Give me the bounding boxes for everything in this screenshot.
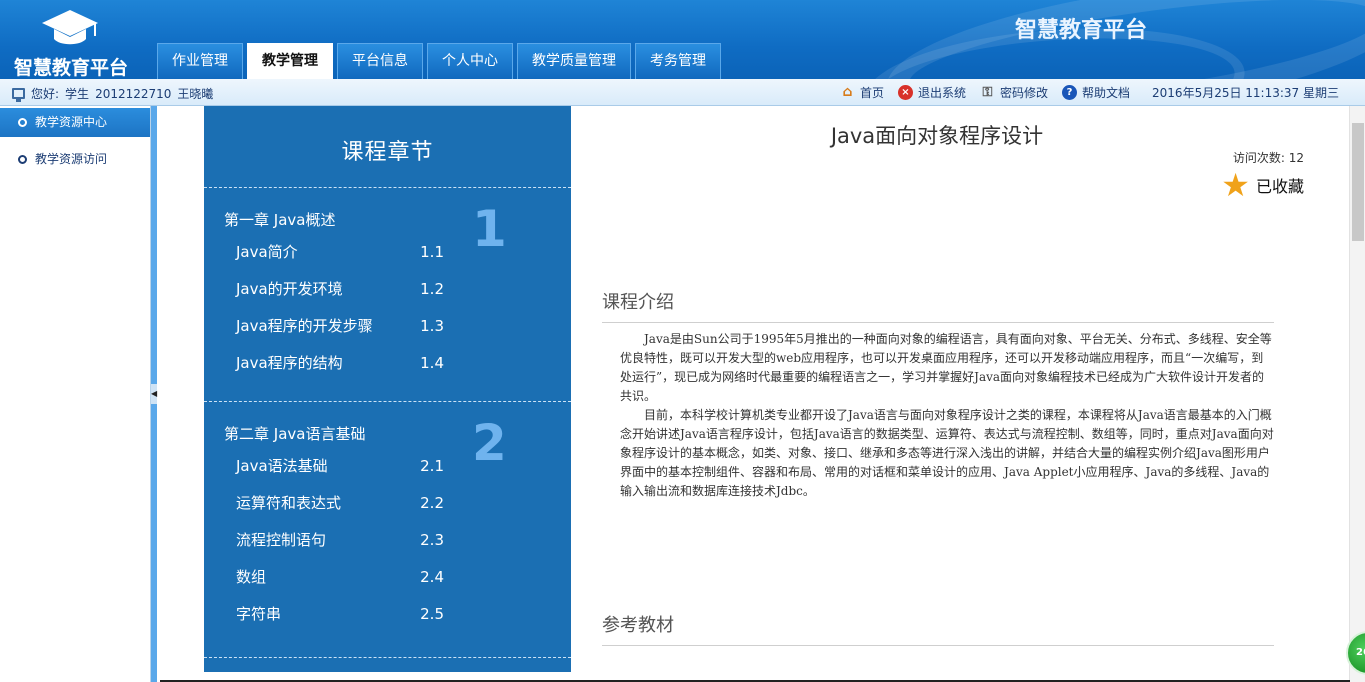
collapse-arrow-icon[interactable]: ◀ xyxy=(151,384,157,404)
tab-personal-center[interactable]: 个人中心 xyxy=(427,43,513,79)
textbook-heading: 参考教材 xyxy=(602,611,1274,646)
tab-teaching[interactable]: 教学管理 xyxy=(247,43,333,79)
tab-platform-info[interactable]: 平台信息 xyxy=(337,43,423,79)
bullet-icon xyxy=(18,118,27,127)
favorite-button[interactable]: ★ 已收藏 xyxy=(1221,166,1304,204)
section-number: 2.3 xyxy=(420,531,444,549)
chapter-2: 第二章 Java语言基础 2 Java语法基础 2.1 运算符和表达式 2.2 流程… xyxy=(204,402,571,633)
section-link[interactable]: Java的开发环境 1.2 xyxy=(204,271,571,308)
sidebar-item-label: 教学资源中心 xyxy=(35,115,108,129)
logo: 智慧教育平台 xyxy=(0,0,140,79)
chapter-1: 第一章 Java概述 1 Java简介 1.1 Java的开发环境 1.2 Java… xyxy=(204,188,571,382)
section-name: Java程序的结构 xyxy=(236,354,343,372)
utility-links: ⌂ 首页 × 退出系统 ⚿ 密码修改 ? 帮助文档 2016年5月25日 11:… xyxy=(840,84,1339,101)
intro-paragraph: 目前，本科学校计算机类专业都开设了Java语言与面向对象程序设计之类的课程，本课… xyxy=(620,408,1274,498)
bullet-icon xyxy=(18,155,27,164)
section-number: 1.3 xyxy=(420,317,444,335)
section-name: Java的开发环境 xyxy=(236,280,343,298)
logout-link[interactable]: × 退出系统 xyxy=(897,84,966,101)
vertical-scrollbar[interactable] xyxy=(1349,106,1365,682)
section-number: 2.2 xyxy=(420,494,444,512)
favorite-label: 已收藏 xyxy=(1255,177,1304,196)
top-header: 智慧教育平台 智慧教育平台 作业管理 教学管理 平台信息 个人中心 教学质量管理… xyxy=(0,0,1365,79)
close-icon: × xyxy=(897,85,913,100)
section-number: 1.2 xyxy=(420,280,444,298)
section-number: 1.4 xyxy=(420,354,444,372)
home-icon: ⌂ xyxy=(842,84,853,100)
logo-text: 智慧教育平台 xyxy=(14,57,129,79)
tab-teaching-quality[interactable]: 教学质量管理 xyxy=(517,43,631,79)
section-name: 流程控制语句 xyxy=(236,531,327,549)
logout-link-label: 退出系统 xyxy=(917,86,966,100)
password-link-label: 密码修改 xyxy=(1000,86,1049,100)
section-number: 1.1 xyxy=(420,243,444,261)
home-link[interactable]: ⌂ 首页 xyxy=(840,84,884,101)
section-number: 2.1 xyxy=(420,457,444,475)
platform-title: 智慧教育平台 xyxy=(1014,18,1147,43)
intro-text: Java是由Sun公司于1995年5月推出的一种面向对象的编程语言，具有面向对象… xyxy=(620,330,1274,501)
section-link[interactable]: 字符串 2.5 xyxy=(204,596,571,633)
section-name: 字符串 xyxy=(236,605,282,623)
section-link[interactable]: Java简介 1.1 xyxy=(204,234,571,271)
course-chapters-panel: 课程章节 第一章 Java概述 1 Java简介 1.1 Java的开发环境 1.2… xyxy=(204,106,571,672)
help-link-label: 帮助文档 xyxy=(1082,86,1131,100)
chapter-title: 第二章 Java语言基础 xyxy=(224,425,366,443)
section-name: 数组 xyxy=(236,568,267,586)
chapter-number: 1 xyxy=(472,200,507,258)
chapter-number: 2 xyxy=(472,414,507,472)
section-link[interactable]: Java程序的开发步骤 1.3 xyxy=(204,308,571,345)
student-id: 2012122710 xyxy=(95,86,172,101)
user-greeting: 您好: 学生 2012122710 王晓曦 xyxy=(12,85,213,102)
star-icon: ★ xyxy=(1221,166,1250,204)
section-name: Java语法基础 xyxy=(236,457,328,475)
help-docs-link[interactable]: ? 帮助文档 xyxy=(1062,84,1130,101)
section-link[interactable]: 数组 2.4 xyxy=(204,559,571,596)
section-number: 2.5 xyxy=(420,605,444,623)
graduation-cap-icon xyxy=(42,10,98,45)
visit-count-value: 12 xyxy=(1288,151,1304,165)
visit-count: 访问次数: 12 xyxy=(1233,149,1304,166)
user-name: 王晓曦 xyxy=(177,87,214,101)
help-icon: ? xyxy=(1062,85,1078,100)
tab-homework[interactable]: 作业管理 xyxy=(157,43,243,79)
section-link[interactable]: 流程控制语句 2.3 xyxy=(204,522,571,559)
left-sidebar: 教学资源中心 教学资源访问 xyxy=(0,106,151,682)
key-icon: ⚿ xyxy=(982,85,993,100)
intro-paragraph: Java是由Sun公司于1995年5月推出的一种面向对象的编程语言，具有面向对象… xyxy=(620,332,1272,403)
section-link[interactable]: Java程序的结构 1.4 xyxy=(204,345,571,382)
main-nav-tabs: 作业管理 教学管理 平台信息 个人中心 教学质量管理 考务管理 xyxy=(157,43,721,79)
sidebar-item-resource-center[interactable]: 教学资源中心 xyxy=(0,108,150,137)
chapter-title: 第一章 Java概述 xyxy=(224,211,336,229)
sidebar-item-label: 教学资源访问 xyxy=(35,152,108,166)
divider xyxy=(204,657,571,658)
user-info-bar: 您好: 学生 2012122710 王晓曦 ⌂ 首页 × 退出系统 ⚿ 密码修改… xyxy=(0,79,1365,106)
chapters-title: 课程章节 xyxy=(341,140,434,165)
tab-exam-affairs[interactable]: 考务管理 xyxy=(635,43,721,79)
scrollbar-thumb[interactable] xyxy=(1352,123,1364,241)
section-number: 2.4 xyxy=(420,568,444,586)
monitor-icon xyxy=(12,88,25,102)
home-link-label: 首页 xyxy=(859,86,884,100)
course-title: Java面向对象程序设计 xyxy=(830,124,1044,148)
greeting-label: 您好: xyxy=(31,87,60,101)
section-name: 运算符和表达式 xyxy=(236,494,342,512)
section-name: Java简介 xyxy=(236,243,298,261)
password-change-link[interactable]: ⚿ 密码修改 xyxy=(980,84,1048,101)
sidebar-item-resource-access[interactable]: 教学资源访问 xyxy=(0,145,150,174)
current-datetime: 2016年5月25日 11:13:37 星期三 xyxy=(1152,86,1339,100)
section-name: Java程序的开发步骤 xyxy=(236,317,373,335)
visit-count-label: 访问次数: xyxy=(1232,151,1285,165)
sidebar-splitter[interactable]: ◀ xyxy=(151,106,157,682)
section-link[interactable]: 运算符和表达式 2.2 xyxy=(204,485,571,522)
intro-heading: 课程介绍 xyxy=(602,288,1274,323)
course-content: Java面向对象程序设计 访问次数: 12 ★ 已收藏 课程介绍 Java是由S… xyxy=(571,106,1348,682)
user-role: 学生 xyxy=(65,87,90,101)
section-link[interactable]: Java语法基础 2.1 xyxy=(204,448,571,485)
